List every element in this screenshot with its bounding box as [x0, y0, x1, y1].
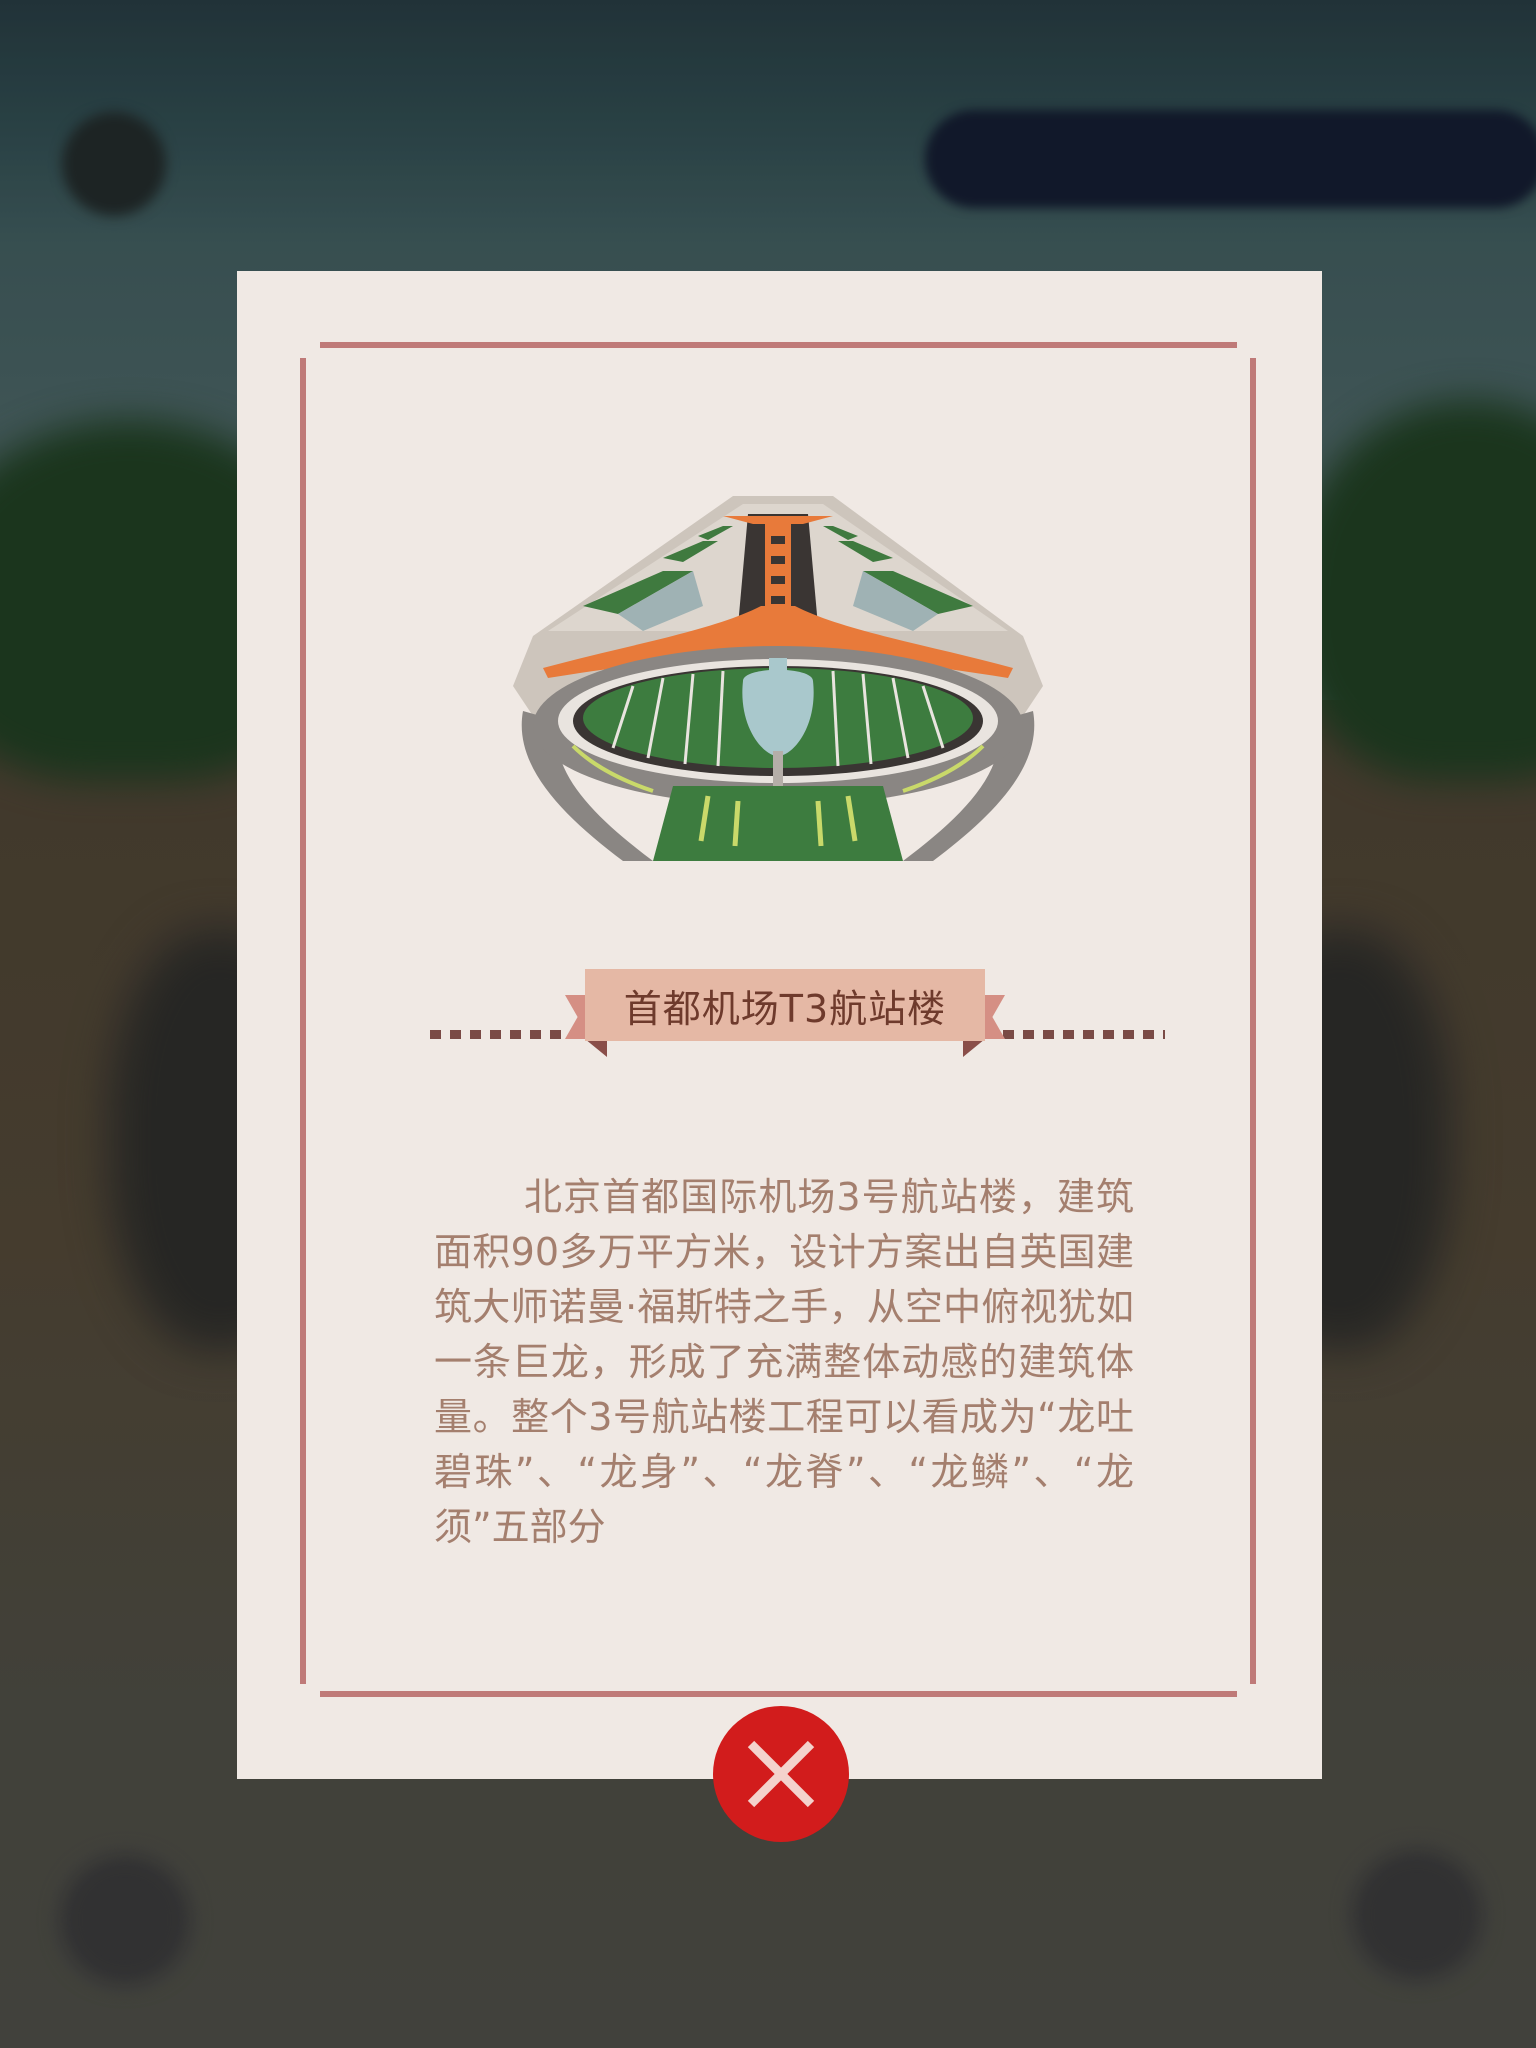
ribbon-dots-left	[430, 1030, 585, 1039]
ribbon-fold-left	[585, 1039, 607, 1057]
info-card: 首都机场T3航站楼 北京首都国际机场3号航站楼，建筑面积90多万平方米，设计方案…	[237, 271, 1322, 1779]
ribbon-dots-right	[1003, 1030, 1165, 1039]
airport-terminal-illustration	[513, 496, 1043, 861]
card-description: 北京首都国际机场3号航站楼，建筑面积90多万平方米，设计方案出自英国建筑大师诺曼…	[434, 1175, 1134, 1549]
ribbon-banner: 首都机场T3航站楼	[585, 969, 985, 1041]
card-title: 首都机场T3航站楼	[623, 986, 947, 1031]
frame-top-border	[320, 342, 1237, 348]
frame-right-border	[1250, 358, 1256, 1684]
frame-bottom-border	[320, 1691, 1237, 1697]
close-icon	[747, 1740, 815, 1808]
close-button[interactable]	[713, 1706, 849, 1842]
title-ribbon: 首都机场T3航站楼	[565, 969, 1005, 1069]
ribbon-fold-right	[963, 1039, 985, 1057]
frame-left-border	[300, 358, 306, 1684]
